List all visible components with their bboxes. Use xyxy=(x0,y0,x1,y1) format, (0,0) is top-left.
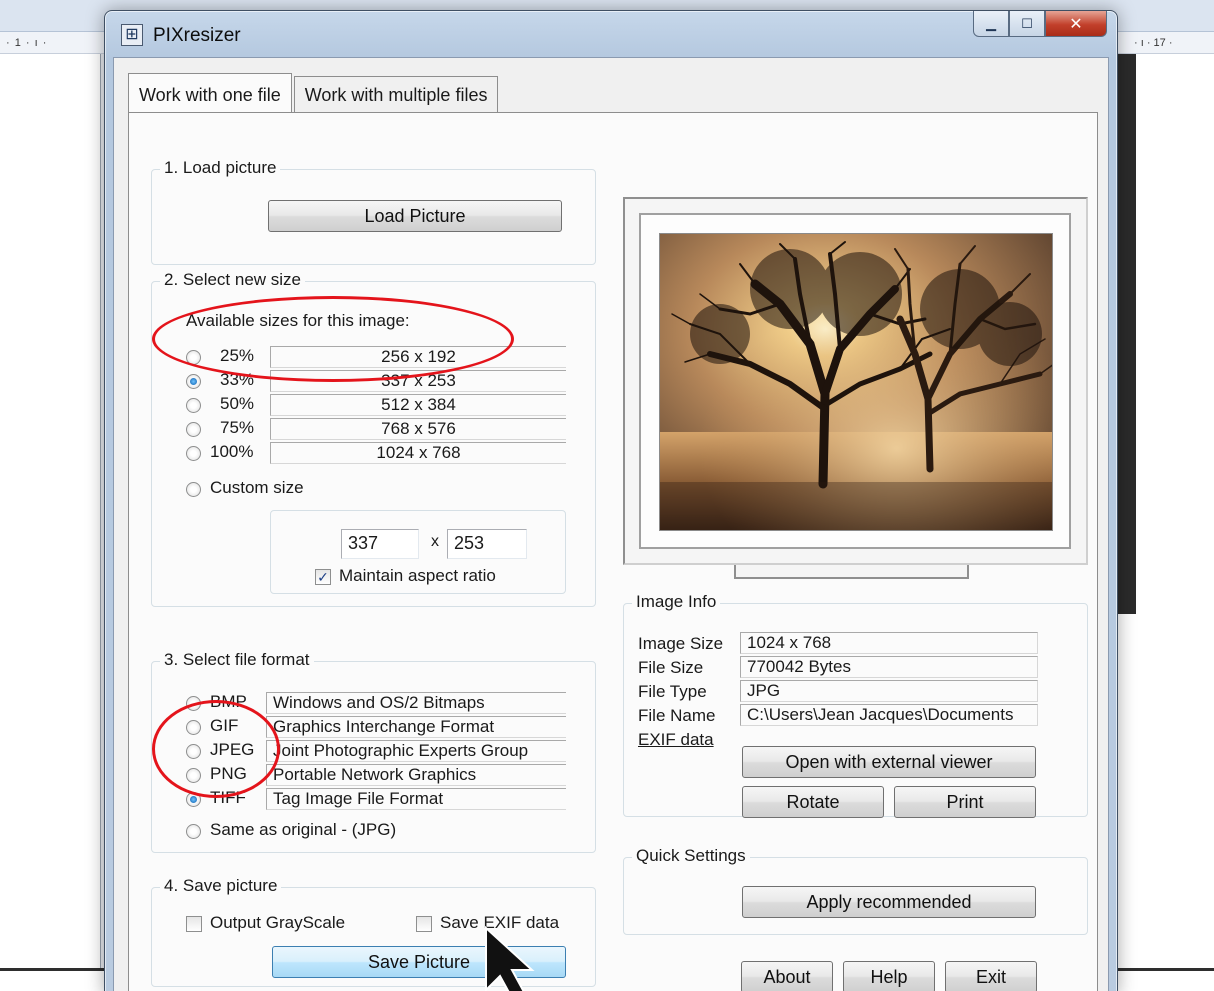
file-size-value: 770042 Bytes xyxy=(740,656,1038,678)
format-radio-same-as-original[interactable] xyxy=(186,824,201,839)
save-picture-title: 4. Save picture xyxy=(160,876,282,896)
exif-data-link[interactable]: EXIF data xyxy=(638,730,714,750)
save-exif-checkbox[interactable] xyxy=(416,916,432,932)
file-size-label: File Size xyxy=(638,658,704,677)
load-picture-title: 1. Load picture xyxy=(160,158,281,178)
image-info-group: Image Info Image Size 1024 x 768 File Si… xyxy=(623,592,1088,818)
help-button[interactable]: Help xyxy=(843,961,935,991)
mouse-pointer-icon xyxy=(485,926,535,991)
minimize-button[interactable]: ▁ xyxy=(973,11,1009,37)
custom-size-radio[interactable] xyxy=(186,482,201,497)
size-percent-25: 25% xyxy=(220,346,255,365)
size-radio-25[interactable] xyxy=(186,350,201,365)
preview-photo-sunrise-trees xyxy=(659,233,1053,531)
maintain-aspect-checkbox[interactable]: ✓ xyxy=(315,569,331,585)
size-radio-100[interactable] xyxy=(186,446,201,461)
size-percent-33: 33% xyxy=(220,370,255,389)
background-document-left xyxy=(0,54,108,991)
load-picture-group: 1. Load picture Load Picture xyxy=(151,158,596,265)
custom-size-times: x xyxy=(431,533,439,550)
image-size-value: 1024 x 768 xyxy=(740,632,1038,654)
file-type-label: File Type xyxy=(638,682,707,701)
maximize-icon: ☐ xyxy=(1021,15,1033,31)
format-radio-png[interactable] xyxy=(186,768,201,783)
custom-height-input[interactable]: 253 xyxy=(447,529,527,559)
open-external-viewer-button[interactable]: Open with external viewer xyxy=(742,746,1036,778)
file-type-value: JPG xyxy=(740,680,1038,702)
print-button[interactable]: Print xyxy=(894,786,1036,818)
maintain-aspect-label: Maintain aspect ratio xyxy=(339,566,496,585)
minimize-icon: ▁ xyxy=(986,15,996,31)
custom-size-box: 337 x 253 ✓ Maintain aspect ratio xyxy=(270,510,566,594)
tab-strip: Work with one file Work with multiple fi… xyxy=(128,73,500,112)
quick-settings-title: Quick Settings xyxy=(632,846,750,866)
same-as-original-label: Same as original - (JPG) xyxy=(210,820,397,839)
custom-width-input[interactable]: 337 xyxy=(341,529,419,559)
output-grayscale-label: Output GrayScale xyxy=(210,913,346,932)
format-code-bmp: BMP xyxy=(210,692,247,711)
apply-recommended-button[interactable]: Apply recommended xyxy=(742,886,1036,918)
image-preview-frame xyxy=(623,197,1088,565)
background-ruler-right: · ı · 17 · xyxy=(1118,32,1214,54)
exit-button[interactable]: Exit xyxy=(945,961,1037,991)
tab-work-with-one-file[interactable]: Work with one file xyxy=(128,73,292,112)
tab-work-with-multiple-files[interactable]: Work with multiple files xyxy=(293,76,499,112)
size-dims-25: 256 x 192 xyxy=(270,346,566,368)
format-radio-gif[interactable] xyxy=(186,720,201,735)
format-desc-gif: Graphics Interchange Format xyxy=(266,716,566,738)
tab-panel-one-file: 1. Load picture Load Picture 2. Select n… xyxy=(128,112,1098,991)
format-desc-bmp: Windows and OS/2 Bitmaps xyxy=(266,692,566,714)
background-ruler-left: · 1 · ı · xyxy=(0,32,108,54)
file-format-group: 3. Select file format BMP Windows and OS… xyxy=(151,650,596,853)
size-dims-75: 768 x 576 xyxy=(270,418,566,440)
size-dims-50: 512 x 384 xyxy=(270,394,566,416)
format-code-tiff: TIFF xyxy=(210,788,246,807)
select-size-title: 2. Select new size xyxy=(160,270,306,290)
format-desc-png: Portable Network Graphics xyxy=(266,764,566,786)
format-radio-tiff[interactable] xyxy=(186,792,201,807)
format-code-gif: GIF xyxy=(210,716,239,735)
size-dims-33: 337 x 253 xyxy=(270,370,566,392)
quick-settings-group: Quick Settings Apply recommended xyxy=(623,846,1088,935)
maximize-button[interactable]: ☐ xyxy=(1009,11,1045,37)
window-client-area: Work with one file Work with multiple fi… xyxy=(113,57,1109,991)
preview-frame-stand xyxy=(734,565,969,579)
file-name-label: File Name xyxy=(638,706,716,725)
tree-photo-image xyxy=(660,234,1052,530)
window-title: PIXresizer xyxy=(153,25,241,46)
format-desc-jpeg: Joint Photographic Experts Group xyxy=(266,740,566,762)
title-bar[interactable]: ⊞ PIXresizer ▁ ☐ ✕ xyxy=(105,11,1117,57)
close-icon: ✕ xyxy=(1069,15,1083,33)
format-desc-tiff: Tag Image File Format xyxy=(266,788,566,810)
format-radio-jpeg[interactable] xyxy=(186,744,201,759)
file-format-title: 3. Select file format xyxy=(160,650,314,670)
size-percent-50: 50% xyxy=(220,394,255,413)
size-radio-75[interactable] xyxy=(186,422,201,437)
rotate-button[interactable]: Rotate xyxy=(742,786,884,818)
format-radio-bmp[interactable] xyxy=(186,696,201,711)
background-document-right xyxy=(1114,54,1214,991)
size-radio-33[interactable] xyxy=(186,374,201,389)
size-dims-100: 1024 x 768 xyxy=(270,442,566,464)
format-code-png: PNG xyxy=(210,764,247,783)
load-picture-button[interactable]: Load Picture xyxy=(268,200,562,232)
image-size-label: Image Size xyxy=(638,634,724,653)
about-button[interactable]: About xyxy=(741,961,833,991)
size-radio-50[interactable] xyxy=(186,398,201,413)
output-grayscale-checkbox[interactable] xyxy=(186,916,202,932)
size-percent-75: 75% xyxy=(220,418,255,437)
available-sizes-label: Available sizes for this image: xyxy=(186,311,410,330)
select-size-group: 2. Select new size Available sizes for t… xyxy=(151,270,596,607)
custom-size-label: Custom size xyxy=(210,478,304,497)
size-percent-100: 100% xyxy=(210,442,254,461)
file-name-value: C:\Users\Jean Jacques\Documents xyxy=(740,704,1038,726)
format-code-jpeg: JPEG xyxy=(210,740,255,759)
pixresizer-window: ⊞ PIXresizer ▁ ☐ ✕ Work with one file Wo… xyxy=(104,10,1118,991)
grid-logo-icon[interactable]: ⊞ xyxy=(121,24,143,46)
close-button[interactable]: ✕ xyxy=(1045,11,1107,37)
window-controls: ▁ ☐ ✕ xyxy=(973,11,1107,39)
image-info-title: Image Info xyxy=(632,592,721,612)
